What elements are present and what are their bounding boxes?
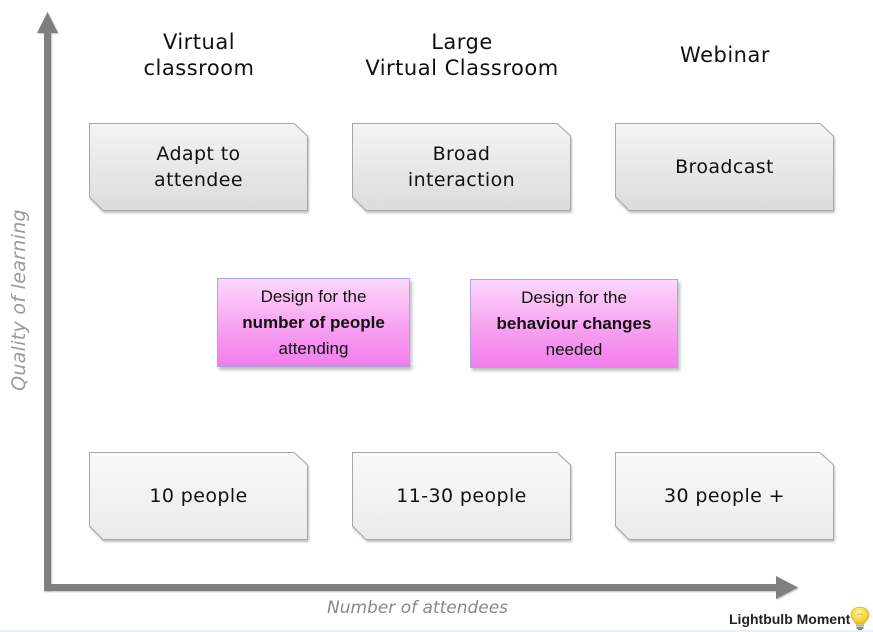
x-axis-arrowhead-icon: [776, 576, 798, 599]
attendee-card-30-plus: 30 people +: [615, 452, 834, 540]
column-title-line: Large: [431, 30, 493, 54]
brand-name: Lightbulb Moment: [729, 611, 851, 627]
column-title-large-virtual-classroom: Large Virtual Classroom: [342, 29, 582, 81]
attendee-card-11-30-people: 11-30 people: [352, 452, 571, 540]
callout-emphasis: number of people: [242, 312, 385, 332]
callout-line: needed: [545, 339, 603, 359]
x-axis-arrow: [44, 576, 798, 599]
column-title-line: Virtual: [162, 30, 236, 54]
card-line: attendee: [154, 169, 243, 191]
callout-emphasis: behaviour changes: [496, 313, 652, 333]
quality-card-adapt: Adapt to attendee: [89, 123, 308, 211]
lightbulb-icon: [851, 606, 870, 632]
card-line: interaction: [407, 169, 516, 191]
column-title-virtual-classroom: Virtual classroom: [79, 29, 319, 81]
y-axis-label: Quality of learning: [8, 209, 30, 391]
column-title-line: Webinar: [680, 43, 770, 67]
column-title-line: Virtual Classroom: [365, 56, 559, 80]
y-axis-arrow: [37, 12, 58, 590]
quality-card-label: Broad interaction: [352, 123, 571, 211]
callout-line: Design for the: [521, 287, 627, 307]
attendee-card-label: 30 people +: [664, 485, 785, 507]
attendee-card-10-people: 10 people: [89, 452, 308, 540]
card-line: Broadcast: [675, 156, 774, 178]
callout-line: attending: [278, 338, 349, 358]
callout-number-of-people: Design for the number of people attendin…: [217, 278, 410, 367]
callout-behaviour-changes: Design for the behaviour changes needed: [470, 279, 678, 368]
quality-card-label: Adapt to attendee: [89, 123, 308, 211]
attendee-card-label: 11-30 people: [396, 485, 527, 507]
card-line: Broad: [432, 143, 491, 165]
card-line: Adapt to: [156, 143, 241, 165]
quality-card-label: Broadcast: [615, 123, 834, 211]
brand-logo: Lightbulb Moment: [729, 606, 870, 632]
column-title-webinar: Webinar: [605, 42, 845, 68]
column-title-line: classroom: [143, 56, 255, 80]
attendee-card-label: 10 people: [149, 485, 248, 507]
x-axis-label: Number of attendees: [327, 598, 509, 618]
callout-line: Design for the: [260, 286, 367, 306]
quality-card-broadcast: Broadcast: [615, 123, 834, 211]
y-axis-arrowhead-icon: [37, 12, 58, 33]
quality-card-broad-interaction: Broad interaction: [352, 123, 571, 211]
